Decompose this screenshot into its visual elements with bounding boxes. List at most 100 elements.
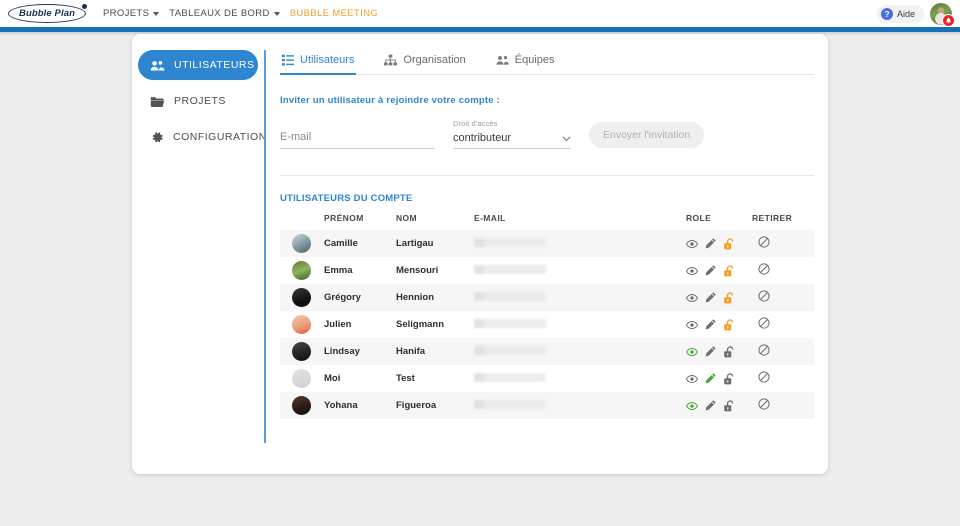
email-input[interactable] <box>280 128 435 149</box>
content-pane: Utilisateurs Organisation Équipes Inviter … <box>280 50 814 419</box>
no-entry-icon[interactable] <box>758 317 770 329</box>
top-navigation-bar: Bubble Plan PROJETS TABLEAUX DE BORD BUBBL… <box>0 0 960 27</box>
pencil-icon[interactable] <box>705 346 716 357</box>
folder-icon <box>150 95 165 108</box>
table-row[interactable]: Lindsay Hanifa <box>280 338 814 365</box>
eye-icon[interactable] <box>686 401 698 411</box>
notification-badge[interactable] <box>942 13 955 27</box>
pencil-icon[interactable] <box>705 292 716 303</box>
lock-open-icon[interactable] <box>723 264 734 277</box>
cell-email <box>474 392 686 419</box>
lock-open-icon[interactable] <box>723 291 734 304</box>
cell-role <box>686 230 752 257</box>
org-chart-icon <box>384 54 398 66</box>
cell-role <box>686 338 752 365</box>
eye-icon[interactable] <box>686 239 698 249</box>
tab-utilisateurs[interactable]: Utilisateurs <box>280 50 357 75</box>
chevron-down-icon <box>562 136 571 141</box>
eye-icon[interactable] <box>686 266 698 276</box>
cell-email <box>474 338 686 365</box>
sidebar-item-projets[interactable]: PROJETS <box>138 86 258 116</box>
no-entry-icon[interactable] <box>758 236 770 248</box>
pencil-icon[interactable] <box>705 400 716 411</box>
tab-organisation[interactable]: Organisation <box>382 50 467 74</box>
tab-bar: Utilisateurs Organisation Équipes <box>280 50 814 75</box>
no-entry-icon[interactable] <box>758 371 770 383</box>
table-row[interactable]: Julien Seligmann <box>280 311 814 338</box>
sidebar-item-configuration[interactable]: CONFIGURATION <box>138 122 266 152</box>
cell-nom: Test <box>396 373 415 384</box>
pencil-icon[interactable] <box>705 265 716 276</box>
table-row[interactable]: Moi Test <box>280 365 814 392</box>
cell-nom: Mensouri <box>396 265 439 276</box>
main-card: UTILISATEURS PROJETS CONFIGURATION Utilisa… <box>132 34 828 474</box>
eye-icon[interactable] <box>686 347 698 357</box>
tab-label: Utilisateurs <box>300 54 355 66</box>
lock-open-icon[interactable] <box>723 237 734 250</box>
cell-retirer <box>752 365 814 392</box>
row-avatar-cell <box>280 230 324 257</box>
bubble-plan-logo[interactable]: Bubble Plan <box>8 4 87 23</box>
email-redacted <box>474 318 546 328</box>
nav-item-bubble-meeting[interactable]: BUBBLE MEETING <box>285 0 383 27</box>
lock-open-icon[interactable] <box>723 372 734 385</box>
header-avatar <box>280 213 324 230</box>
row-avatar-cell <box>280 284 324 311</box>
cell-role <box>686 284 752 311</box>
table-row[interactable]: Camille Lartigau <box>280 230 814 257</box>
table-row[interactable]: Yohana Figueroa <box>280 392 814 419</box>
table-body: Camille Lartigau Emma Mensouri Grégory Hennio… <box>280 230 814 419</box>
row-avatar-cell <box>280 257 324 284</box>
access-select[interactable]: contributeur <box>453 130 571 149</box>
cell-role <box>686 392 752 419</box>
no-entry-icon[interactable] <box>758 344 770 356</box>
send-invitation-button[interactable]: Envoyer l'invitation <box>589 122 705 148</box>
lock-open-icon[interactable] <box>723 399 734 412</box>
bell-icon <box>946 17 951 23</box>
nav-item-tableaux-de-bord[interactable]: TABLEAUX DE BORD <box>164 0 284 27</box>
invite-form: Droit d'accès contributeur Envoyer l'inv… <box>280 119 814 149</box>
tab-equipes[interactable]: Équipes <box>494 50 557 74</box>
avatar <box>292 288 311 307</box>
sidebar-item-utilisateurs[interactable]: UTILISATEURS <box>138 50 258 80</box>
sidebar-item-label: PROJETS <box>174 95 226 107</box>
question-mark-icon: ? <box>880 7 893 20</box>
row-avatar-cell <box>280 365 324 392</box>
lock-open-icon[interactable] <box>723 345 734 358</box>
cell-retirer <box>752 284 814 311</box>
invite-title: Inviter un utilisateur à rejoindre votre… <box>280 95 500 106</box>
team-icon <box>496 54 509 66</box>
eye-icon[interactable] <box>686 320 698 330</box>
cell-retirer <box>752 338 814 365</box>
nav-item-projets[interactable]: PROJETS <box>98 0 164 27</box>
table-header: PRÉNOM NOM E-MAIL ROLE RETIRER <box>280 213 814 230</box>
pencil-icon[interactable] <box>705 319 716 330</box>
no-entry-icon[interactable] <box>758 290 770 302</box>
avatar <box>292 234 311 253</box>
users-icon <box>150 58 165 72</box>
eye-icon[interactable] <box>686 374 698 384</box>
eye-icon[interactable] <box>686 293 698 303</box>
table-row[interactable]: Grégory Hennion <box>280 284 814 311</box>
lock-open-icon[interactable] <box>723 318 734 331</box>
no-entry-icon[interactable] <box>758 398 770 410</box>
email-redacted <box>474 399 546 409</box>
table-row[interactable]: Emma Mensouri <box>280 257 814 284</box>
cell-nom: Hennion <box>396 292 434 303</box>
user-avatar[interactable] <box>929 1 955 27</box>
avatar <box>292 261 311 280</box>
list-icon <box>282 54 294 66</box>
section-divider <box>280 175 814 176</box>
row-avatar-cell <box>280 392 324 419</box>
help-button[interactable]: ? Aide <box>876 4 924 23</box>
access-selected-value: contributeur <box>453 132 512 144</box>
cell-email <box>474 365 686 392</box>
pencil-icon[interactable] <box>705 373 716 384</box>
header-nom: NOM <box>396 213 418 223</box>
header-role: ROLE <box>686 213 712 223</box>
email-redacted <box>474 237 546 247</box>
avatar <box>292 396 311 415</box>
email-redacted <box>474 291 546 301</box>
pencil-icon[interactable] <box>705 238 716 249</box>
no-entry-icon[interactable] <box>758 263 770 275</box>
